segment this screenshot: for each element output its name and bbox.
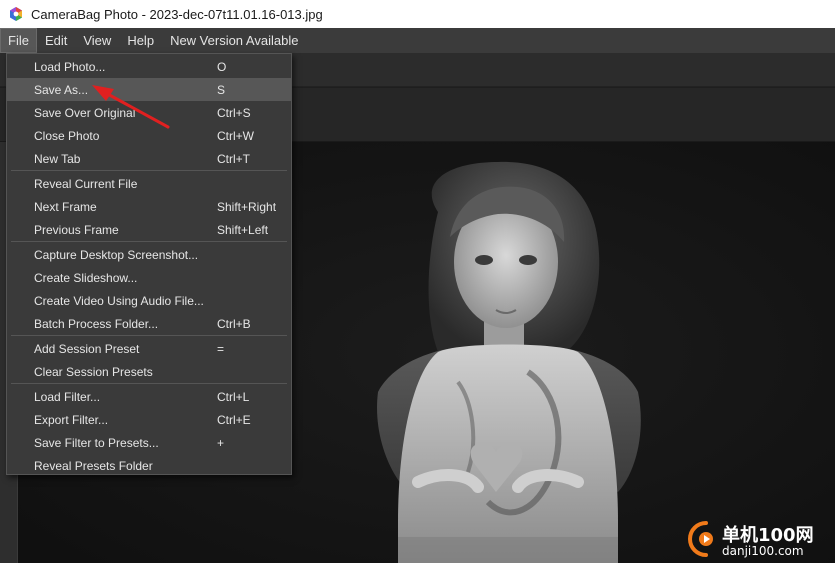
menu-item-label: Load Photo...	[34, 59, 106, 74]
menu-item-shortcut: Shift+Right	[217, 199, 277, 214]
menu-item-shortcut: Ctrl+B	[217, 316, 251, 331]
menu-item-label: Save Filter to Presets...	[34, 435, 159, 450]
menu-item-load-photo[interactable]: Load Photo... O	[7, 55, 291, 78]
menu-bar: File Edit View Help New Version Availabl…	[0, 28, 835, 53]
watermark-logo-icon	[688, 521, 713, 557]
menu-item-save-as[interactable]: Save As... S	[7, 78, 291, 101]
menu-item-label: Close Photo	[34, 128, 100, 143]
menu-item-label: Add Session Preset	[34, 341, 140, 356]
menu-item-label: New Tab	[34, 151, 81, 166]
menu-item-label: Next Frame	[34, 199, 97, 214]
menu-view[interactable]: View	[75, 28, 119, 53]
menu-item-shortcut: +	[217, 435, 225, 450]
menu-item-reveal-current-file[interactable]: Reveal Current File	[7, 172, 291, 195]
menu-item-save-filter-to-presets[interactable]: Save Filter to Presets... +	[7, 431, 291, 454]
title-bar: CameraBag Photo - 2023-dec-07t11.01.16-0…	[0, 0, 835, 28]
menu-item-create-slideshow[interactable]: Create Slideshow...	[7, 266, 291, 289]
menu-item-shortcut: Shift+Left	[217, 222, 269, 237]
menu-item-shortcut: S	[217, 82, 226, 97]
menu-item-label: Save Over Original	[34, 105, 136, 120]
menu-item-label: Clear Session Presets	[34, 364, 153, 379]
window-title: CameraBag Photo - 2023-dec-07t11.01.16-0…	[31, 6, 323, 22]
menu-item-clear-session-presets[interactable]: Clear Session Presets	[7, 360, 291, 383]
camerabag-app-icon	[8, 6, 24, 22]
menu-item-label: Export Filter...	[34, 412, 109, 427]
menu-item-label: Batch Process Folder...	[34, 316, 159, 331]
menu-item-batch-process-folder[interactable]: Batch Process Folder... Ctrl+B	[7, 312, 291, 335]
menu-item-shortcut: Ctrl+S	[217, 105, 251, 120]
menu-item-shortcut: O	[217, 59, 227, 74]
menu-item-create-video-audio[interactable]: Create Video Using Audio File...	[7, 289, 291, 312]
menu-item-reveal-presets-folder[interactable]: Reveal Presets Folder	[7, 454, 291, 477]
menu-item-shortcut: Ctrl+T	[217, 151, 250, 166]
watermark: 单机100网 danji100.com	[684, 519, 834, 563]
menu-item-new-tab[interactable]: New Tab Ctrl+T	[7, 147, 291, 170]
menu-item-label: Reveal Presets Folder	[34, 458, 153, 473]
menu-item-capture-desktop-screenshot[interactable]: Capture Desktop Screenshot...	[7, 243, 291, 266]
menu-item-shortcut: Ctrl+W	[217, 128, 254, 143]
menu-item-shortcut: =	[217, 341, 225, 356]
watermark-url: danji100.com	[722, 544, 804, 558]
menu-item-export-filter[interactable]: Export Filter... Ctrl+E	[7, 408, 291, 431]
menu-help[interactable]: Help	[119, 28, 162, 53]
menu-item-shortcut: Ctrl+E	[217, 412, 251, 427]
menu-item-previous-frame[interactable]: Previous Frame Shift+Left	[7, 218, 291, 241]
menu-item-label: Capture Desktop Screenshot...	[34, 247, 199, 262]
file-menu-dropdown: Load Photo... O Save As... S Save Over O…	[6, 53, 292, 475]
menu-item-add-session-preset[interactable]: Add Session Preset =	[7, 337, 291, 360]
menu-item-label: Load Filter...	[34, 389, 101, 404]
menu-edit[interactable]: Edit	[37, 28, 75, 53]
menu-item-load-filter[interactable]: Load Filter... Ctrl+L	[7, 385, 291, 408]
menu-item-label: Reveal Current File	[34, 176, 138, 191]
menu-item-next-frame[interactable]: Next Frame Shift+Right	[7, 195, 291, 218]
menu-item-save-over-original[interactable]: Save Over Original Ctrl+S	[7, 101, 291, 124]
menu-item-label: Create Video Using Audio File...	[34, 293, 204, 308]
menu-item-label: Create Slideshow...	[34, 270, 138, 285]
menu-item-label: Previous Frame	[34, 222, 119, 237]
menu-file[interactable]: File	[0, 28, 37, 53]
menu-new-version[interactable]: New Version Available	[162, 28, 306, 53]
menu-item-label: Save As...	[34, 82, 89, 97]
menu-item-close-photo[interactable]: Close Photo Ctrl+W	[7, 124, 291, 147]
menu-item-shortcut: Ctrl+L	[217, 389, 250, 404]
